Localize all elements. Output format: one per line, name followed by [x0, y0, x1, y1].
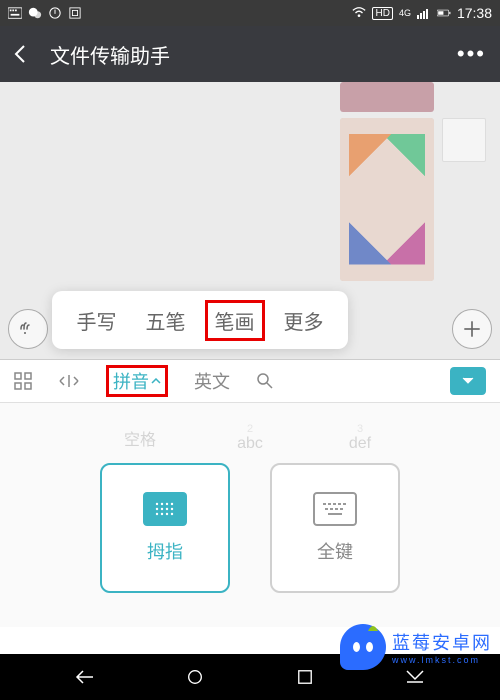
search-icon[interactable]: [256, 372, 274, 390]
input-method-wubi[interactable]: 五笔: [136, 300, 196, 341]
nav-home[interactable]: [182, 664, 208, 690]
full-keyboard-icon: [313, 492, 357, 526]
ime-english[interactable]: 英文: [194, 368, 230, 394]
chat-image-2[interactable]: [340, 118, 434, 281]
status-left: [8, 6, 82, 20]
grid-icon[interactable]: [14, 372, 32, 390]
battery-icon: [437, 6, 451, 20]
watermark-url: www.lmkst.com: [392, 655, 492, 665]
grid-keyboard-icon: [143, 492, 187, 526]
screenshot-icon: [68, 6, 82, 20]
faded-key: 2abc: [210, 413, 290, 463]
hd-indicator: HD: [372, 7, 392, 20]
faded-key-row: 空格 2abc 3def: [0, 413, 500, 463]
chat-image-1[interactable]: [340, 82, 434, 112]
chat-title: 文件传输助手: [50, 40, 170, 69]
wifi-icon: [352, 6, 366, 20]
input-method-handwrite[interactable]: 手写: [67, 300, 127, 341]
back-icon[interactable]: [14, 44, 34, 64]
ime-toolbar: 拼音 英文: [0, 359, 500, 403]
input-method-popup: 手写 五笔 笔画 更多: [52, 291, 348, 349]
voice-button[interactable]: [8, 309, 48, 349]
collapse-keyboard-button[interactable]: [450, 367, 486, 395]
wechat-icon: [28, 6, 42, 20]
pinyin-label: 拼音: [113, 368, 149, 394]
keyboard-icon: [8, 6, 22, 20]
watermark-icon: [340, 624, 386, 670]
nav-back[interactable]: [72, 664, 98, 690]
nav-recent[interactable]: [292, 664, 318, 690]
cursor-icon[interactable]: [58, 373, 80, 389]
status-bar: HD 4G 17:38: [0, 0, 500, 26]
chat-header: 文件传输助手 •••: [0, 26, 500, 82]
more-icon[interactable]: •••: [457, 41, 486, 67]
watermark-text: 蓝莓安卓网: [392, 629, 492, 655]
network-indicator: 4G: [399, 8, 411, 18]
time-label: 17:38: [457, 5, 492, 21]
faded-key: 空格: [100, 413, 180, 463]
notification-icon: [48, 6, 62, 20]
keyboard-area: 空格 2abc 3def 拇指 全键: [0, 403, 500, 627]
layout-cards: 拇指 全键: [0, 463, 500, 593]
avatar[interactable]: [442, 118, 486, 162]
layout-label: 全键: [317, 538, 353, 564]
chat-area[interactable]: 手写 五笔 笔画 更多: [0, 82, 500, 359]
layout-label: 拇指: [147, 538, 183, 564]
input-method-stroke[interactable]: 笔画: [205, 300, 265, 341]
signal-icon: [417, 6, 431, 20]
ime-pinyin[interactable]: 拼音: [106, 365, 168, 397]
layout-thumb[interactable]: 拇指: [100, 463, 230, 593]
layout-full[interactable]: 全键: [270, 463, 400, 593]
status-right: HD 4G 17:38: [352, 5, 492, 21]
add-button[interactable]: [452, 309, 492, 349]
faded-key: 3def: [320, 413, 400, 463]
watermark: 蓝莓安卓网 www.lmkst.com: [340, 624, 492, 670]
input-method-more[interactable]: 更多: [274, 300, 334, 341]
